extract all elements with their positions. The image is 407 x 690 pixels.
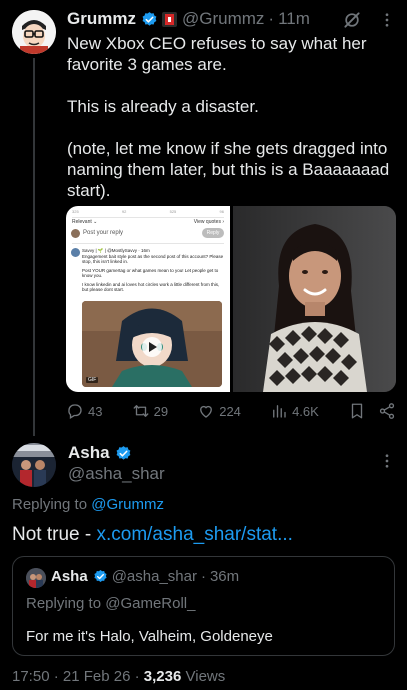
quoted-tweet-text: For me it's Halo, Valheim, Goldeneye [26,628,273,645]
tweet-paragraph: This is already a disaster. [67,97,259,116]
post-time[interactable]: 17:50 [12,668,50,685]
verified-icon [93,569,108,584]
repost-button[interactable]: 29 [132,402,168,420]
media-photo[interactable] [233,206,396,392]
affiliate-badge-icon[interactable] [161,11,177,27]
tweet-time: 36m [209,568,240,585]
avatar [26,568,46,588]
tweet-paragraph: (note, let me know if she gets dragged i… [67,139,390,200]
embedded-view-quotes: View quotes › [193,219,224,225]
embedded-gif-illustration [82,301,222,387]
embedded-stat: 325 [72,209,79,214]
avatar [71,248,80,257]
embedded-stat: 92 [121,209,127,214]
bookmark-icon[interactable] [348,402,366,420]
embedded-relevant: Relevant ⌄ [72,219,98,225]
gif-badge: GIF [86,377,99,383]
author-name[interactable]: Asha [68,443,110,463]
quoted-replying-to: Replying to @GameRoll_ [26,595,196,612]
like-icon [200,405,213,418]
reply-tweet-text: Not true - x.com/asha_shar/stat... [12,524,293,546]
replying-to: Replying to @Grummz [12,496,164,513]
avatar[interactable] [12,10,56,54]
tweet-media[interactable]: 325 92 525 96 Relevant ⌄ View quotes › P… [66,206,396,392]
views-label: Views [185,668,226,685]
divider [72,217,224,218]
action-bar: 43 29 224 4.6K [66,400,396,422]
reply-tweet-header: Asha [68,443,136,463]
thread-connector-line [33,58,35,436]
media-screenshot[interactable]: 325 92 525 96 Relevant ⌄ View quotes › P… [66,206,230,392]
quoted-tweet[interactable]: Asha @asha_shar · 36m Replying to @GameR… [12,556,395,656]
main-tweet-header: Grummz @Grummz · 11m [67,9,310,29]
avatar[interactable] [12,443,56,487]
embedded-reply-button: Reply [202,228,224,238]
divider [72,243,224,244]
action-group-right [348,402,396,420]
views-icon [273,405,286,418]
embedded-stat: 525 [169,209,177,214]
reply-link[interactable]: x.com/asha_shar/stat... [96,524,292,545]
embedded-gif: GIF [82,301,222,387]
more-icon[interactable] [376,450,398,472]
author-name[interactable]: Grummz [67,9,136,29]
grummz-avatar-illustration [12,10,56,54]
embedded-stats-row: 325 92 525 96 [72,209,224,214]
replying-mention[interactable]: @Grummz [91,496,164,513]
replying-prefix: Replying to [12,496,88,513]
embedded-text: Post YOUR gamertag or what games mean to… [82,267,219,279]
embedded-text: I know linkedin and ai loves hot circles… [82,281,220,293]
repost-count: 29 [153,403,169,419]
verified-icon [115,445,132,462]
reply-icon [68,404,82,419]
author-handle[interactable]: @Grummz [182,9,264,29]
avatar [71,229,80,238]
post-date[interactable]: 21 Feb 26 [63,668,131,685]
reply-button[interactable]: 43 [66,402,102,420]
like-count: 224 [219,403,241,419]
verified-icon [141,11,158,28]
embedded-reply-placeholder: Post your reply [83,230,124,236]
meta-separator: · [53,668,59,685]
header-separator: · [268,9,275,28]
views-button[interactable]: 4.6K [270,402,319,420]
like-button[interactable]: 224 [197,402,241,420]
reply-count: 43 [88,403,103,419]
header-separator: · [200,568,206,585]
portrait-illustration [233,206,396,392]
share-icon[interactable] [378,402,396,420]
views-total: 3,236 [143,668,182,685]
asha-quote-avatar-illustration [26,568,46,588]
quoted-tweet-header: Asha @asha_shar · 36m [51,568,239,585]
author-name: Asha [51,568,88,585]
tweet-meta: 17:50 · 21 Feb 26 · 3,236 Views [12,668,225,685]
tweet-text: New Xbox CEO refuses to say what her fav… [67,33,397,201]
asha-avatar-illustration [12,443,56,487]
embedded-stat: 96 [219,209,224,214]
tweet-time[interactable]: 11m [278,9,310,29]
reply-text-prefix: Not true - [12,524,97,545]
meta-separator: · [134,668,140,685]
author-handle[interactable]: @asha_shar [68,464,165,484]
views-count: 4.6K [292,403,319,419]
embedded-post-body: Savvy | 🌱 | @MostlySavvy · 16m Engagemen… [82,248,225,293]
grok-icon[interactable] [340,9,364,31]
more-icon[interactable] [376,9,398,31]
repost-icon [133,405,149,417]
tweet-paragraph: New Xbox CEO refuses to say what her fav… [67,34,367,74]
embedded-text: Engagement bait style post as the second… [82,253,224,265]
author-handle: @asha_shar [111,568,197,585]
